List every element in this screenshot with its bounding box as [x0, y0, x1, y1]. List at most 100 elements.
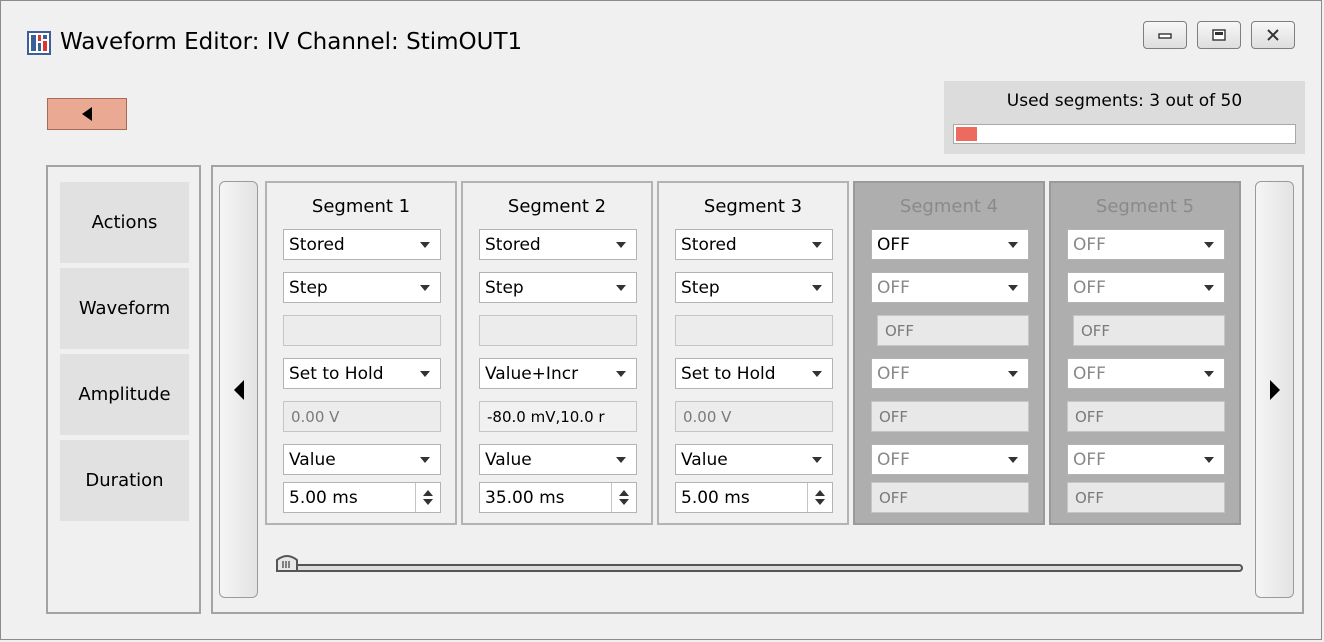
sidebar: Actions Waveform Amplitude Duration: [46, 165, 201, 614]
sidebar-item-amplitude[interactable]: Amplitude: [60, 354, 189, 435]
duration-mode-select: OFF: [871, 444, 1029, 475]
stepper-value: 5.00 ms: [289, 487, 358, 508]
select-value: OFF: [877, 363, 910, 384]
chevron-down-icon: [420, 242, 430, 248]
stepper-value: 35.00 ms: [485, 487, 565, 508]
waveform-editor-icon: [27, 31, 51, 55]
waveform-param-field: OFF: [877, 315, 1029, 346]
used-segments-fill: [956, 127, 977, 141]
segment-2: Segment 2 Stored Step Value+Incr -80.0 m…: [461, 181, 653, 525]
select-value: Step: [681, 277, 720, 298]
waveform-param-field[interactable]: [675, 315, 833, 346]
window-title: Waveform Editor: IV Channel: StimOUT1: [60, 29, 523, 55]
select-value: OFF: [877, 449, 910, 470]
chevron-down-icon[interactable]: [423, 499, 433, 505]
select-value: Value: [681, 449, 728, 470]
used-segments-panel: Used segments: 3 out of 50: [944, 81, 1305, 154]
waveform-editor-window: Waveform Editor: IV Channel: StimOUT1 Us…: [0, 0, 1322, 640]
duration-mode-select[interactable]: Value: [283, 444, 441, 475]
restore-button[interactable]: [1197, 21, 1241, 49]
segment-header: Segment 1: [311, 196, 411, 217]
chevron-down-icon: [812, 242, 822, 248]
stepper-buttons[interactable]: [611, 483, 636, 512]
duration-mode-select[interactable]: Value: [675, 444, 833, 475]
select-value: Value+Incr: [485, 363, 579, 384]
segment-header: Segment 2: [507, 196, 607, 217]
select-value: OFF: [1073, 363, 1106, 384]
chevron-down-icon[interactable]: [815, 499, 825, 505]
select-value: Value: [289, 449, 336, 470]
chevron-down-icon: [1008, 457, 1018, 463]
chevron-up-icon[interactable]: [619, 490, 629, 496]
waveform-param-field[interactable]: [283, 315, 441, 346]
chevron-down-icon: [812, 285, 822, 291]
stepper-buttons[interactable]: [415, 483, 440, 512]
segment-header: Segment 3: [703, 196, 803, 217]
store-select[interactable]: OFF: [871, 229, 1029, 260]
duration-mode-select: OFF: [1067, 444, 1225, 475]
amplitude-value-field: OFF: [871, 401, 1029, 432]
restore-icon: [1212, 29, 1226, 41]
chevron-down-icon: [1204, 371, 1214, 377]
waveform-select: OFF: [871, 272, 1029, 303]
amplitude-value-field[interactable]: -80.0 mV,10.0 r: [479, 401, 637, 432]
select-value: Set to Hold: [289, 363, 384, 384]
select-value: Stored: [681, 234, 737, 255]
left-arrow-icon: [82, 107, 92, 121]
duration-value-stepper[interactable]: 5.00 ms: [675, 482, 833, 513]
close-button[interactable]: [1251, 21, 1295, 49]
chevron-down-icon: [616, 371, 626, 377]
back-button[interactable]: [47, 98, 127, 130]
amplitude-mode-select[interactable]: Value+Incr: [479, 358, 637, 389]
amplitude-value-field: OFF: [1067, 401, 1225, 432]
store-select[interactable]: OFF: [1067, 229, 1225, 260]
waveform-select[interactable]: Step: [675, 272, 833, 303]
segment-scroll-slider[interactable]: [283, 564, 1243, 572]
minimize-icon: [1158, 33, 1172, 39]
sidebar-item-duration[interactable]: Duration: [60, 440, 189, 521]
sidebar-item-label: Duration: [85, 470, 164, 491]
chevron-down-icon[interactable]: [619, 499, 629, 505]
store-select[interactable]: Stored: [479, 229, 637, 260]
amplitude-mode-select[interactable]: Set to Hold: [675, 358, 833, 389]
duration-value-stepper[interactable]: 35.00 ms: [479, 482, 637, 513]
duration-mode-select[interactable]: Value: [479, 444, 637, 475]
amplitude-value-field[interactable]: 0.00 V: [283, 401, 441, 432]
minimize-button[interactable]: [1143, 21, 1187, 49]
stepper-buttons[interactable]: [807, 483, 832, 512]
chevron-down-icon: [1204, 285, 1214, 291]
left-triangle-icon: [233, 379, 244, 400]
sidebar-item-label: Waveform: [78, 298, 171, 319]
amplitude-value-field[interactable]: 0.00 V: [675, 401, 833, 432]
select-value: Step: [289, 277, 328, 298]
waveform-param-field[interactable]: [479, 315, 637, 346]
waveform-select[interactable]: Step: [283, 272, 441, 303]
chevron-down-icon: [420, 371, 430, 377]
amplitude-mode-select[interactable]: Set to Hold: [283, 358, 441, 389]
select-value: OFF: [1073, 234, 1106, 255]
next-segment-button[interactable]: [1255, 181, 1294, 598]
right-triangle-icon: [1269, 379, 1280, 400]
sidebar-item-actions[interactable]: Actions: [60, 182, 189, 263]
segment-header: Segment 4: [899, 196, 999, 217]
segment-4: Segment 4 OFF OFF OFF OFF OFF OFF OFF: [853, 181, 1045, 525]
sidebar-item-waveform[interactable]: Waveform: [60, 268, 189, 349]
prev-segment-button[interactable]: [219, 181, 258, 598]
duration-value-stepper[interactable]: 5.00 ms: [283, 482, 441, 513]
select-value: OFF: [877, 277, 910, 298]
waveform-select: OFF: [1067, 272, 1225, 303]
waveform-select[interactable]: Step: [479, 272, 637, 303]
select-value: OFF: [877, 234, 910, 255]
store-select[interactable]: Stored: [675, 229, 833, 260]
title-bar[interactable]: Waveform Editor: IV Channel: StimOUT1: [1, 1, 1321, 67]
chevron-up-icon[interactable]: [815, 490, 825, 496]
chevron-down-icon: [616, 457, 626, 463]
chevron-down-icon: [1008, 285, 1018, 291]
chevron-down-icon: [1008, 242, 1018, 248]
chevron-down-icon: [812, 457, 822, 463]
select-value: Value: [485, 449, 532, 470]
store-select[interactable]: Stored: [283, 229, 441, 260]
chevron-up-icon[interactable]: [423, 490, 433, 496]
slider-thumb-icon[interactable]: [273, 551, 301, 579]
duration-value-field: OFF: [871, 482, 1029, 513]
